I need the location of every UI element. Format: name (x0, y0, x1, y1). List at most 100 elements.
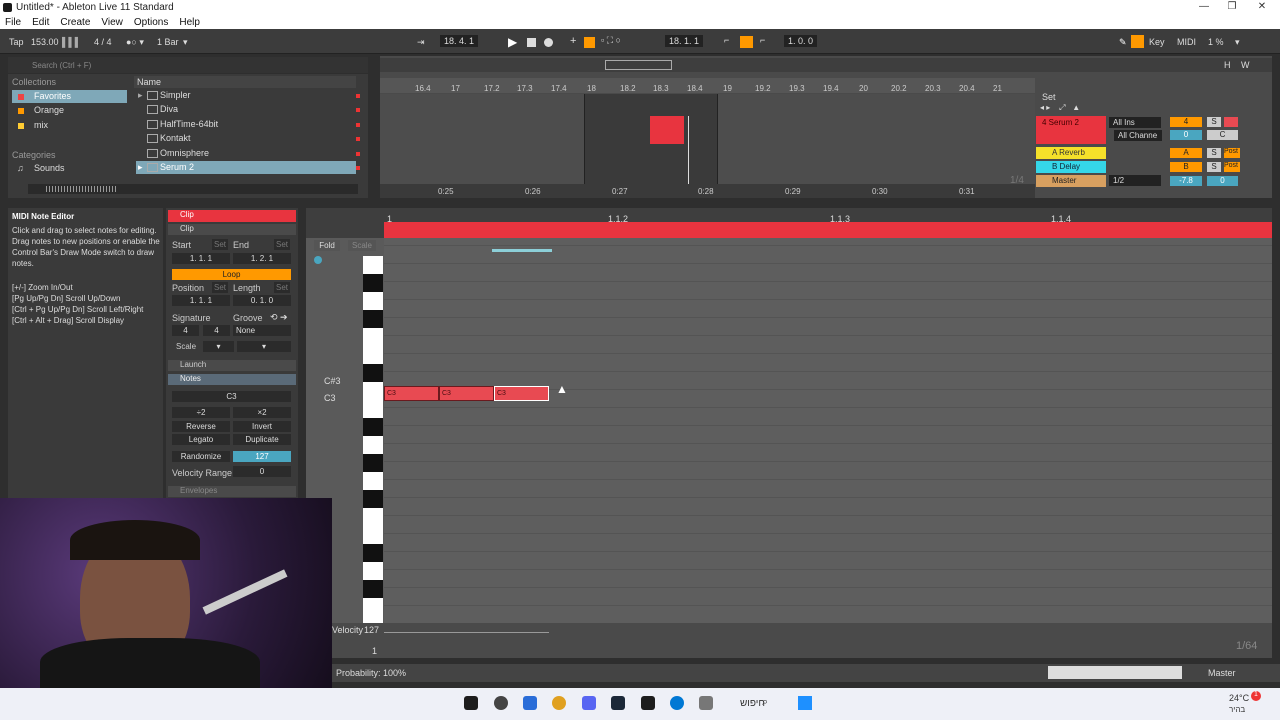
notes-section[interactable]: Notes (168, 374, 296, 385)
note-grid[interactable] (384, 238, 1272, 623)
reverse-button[interactable]: Reverse (172, 421, 230, 432)
master-volume[interactable]: -7.8 (1170, 176, 1202, 186)
length-field[interactable]: 0. 1. 0 (233, 295, 291, 306)
envelopes-section[interactable]: Envelopes (168, 486, 296, 497)
track-number[interactable]: B (1170, 162, 1202, 172)
tap-button[interactable]: Tap (9, 37, 24, 47)
file-halftime[interactable]: HalfTime-64bit (136, 118, 360, 131)
solo-button[interactable]: S (1207, 162, 1221, 172)
position-field[interactable]: 1. 1. 1 (172, 295, 230, 306)
solo-button[interactable]: S (1207, 117, 1221, 127)
track-number[interactable]: A (1170, 148, 1202, 158)
overview-h-button[interactable]: H (1224, 60, 1231, 70)
ableton-taskbar-icon[interactable] (464, 696, 478, 710)
midi-clip[interactable] (650, 116, 684, 144)
menu-help[interactable]: Help (179, 17, 200, 28)
follow-icon[interactable]: ●○ ▾ (126, 37, 144, 48)
overview-viewport[interactable] (605, 60, 672, 70)
maximize-button[interactable]: ❐ (1222, 1, 1242, 12)
arrangement-position-field[interactable]: 18. 4. 1 (440, 35, 479, 47)
start-set-button[interactable]: Set (212, 239, 228, 250)
randomize-button[interactable]: Randomize (172, 451, 230, 462)
draw-mode-icon[interactable]: ✎ (1119, 37, 1127, 48)
input-channel-menu[interactable]: All Channe (1114, 130, 1162, 141)
track-master[interactable]: Master 1/2 -7.8 0 (1036, 175, 1240, 188)
track-volume[interactable]: 0 (1170, 130, 1202, 140)
computer-keyboard-icon[interactable] (1131, 35, 1144, 48)
track-serum-2[interactable]: 4 Serum 2 All Ins All Channe 4 0 S C (1036, 116, 1240, 144)
scale-root-menu[interactable]: ▾ (203, 341, 234, 352)
close-button[interactable]: ✕ (1252, 1, 1272, 12)
input-type-menu[interactable]: All Ins (1109, 117, 1161, 128)
track-b-delay[interactable]: B Delay B S Post (1036, 161, 1240, 174)
nav-arrows-icon[interactable]: ◂ ▸ ⤢ ▲ (1040, 103, 1080, 113)
midi-note[interactable]: C3 (384, 386, 439, 401)
scale-name-menu[interactable]: ▾ (237, 341, 291, 352)
search-input[interactable]: Search (Ctrl + F) (32, 61, 91, 70)
overdub-icon[interactable]: + (570, 35, 576, 47)
clip-loop-bar[interactable] (384, 222, 1272, 238)
menu-create[interactable]: Create (60, 17, 90, 28)
track-selector[interactable] (1048, 666, 1182, 679)
signature-denominator[interactable]: 4 (203, 325, 230, 336)
notification-badge[interactable]: 1 (1251, 691, 1261, 701)
collection-favorites[interactable]: Favorites (12, 90, 127, 103)
master-track-button[interactable]: Master (1208, 668, 1236, 678)
loop-button[interactable]: Loop (172, 269, 291, 280)
halve-button[interactable]: ÷2 (172, 407, 230, 418)
track-name[interactable]: 4 Serum 2 (1036, 116, 1106, 144)
discord-icon[interactable] (582, 696, 596, 710)
end-set-button[interactable]: Set (274, 239, 290, 250)
time-signature-field[interactable]: 4 / 4 (94, 37, 112, 47)
clip-section[interactable]: Clip (168, 224, 296, 235)
overview-strip[interactable]: H W (380, 58, 1272, 72)
fold-button[interactable]: Fold (314, 240, 340, 251)
track-name[interactable]: A Reverb (1036, 147, 1106, 159)
menu-edit[interactable]: Edit (32, 17, 49, 28)
calculator-icon[interactable] (699, 696, 713, 710)
telegram-icon[interactable] (523, 696, 537, 710)
menu-view[interactable]: View (101, 17, 123, 28)
legato-button[interactable]: Legato (172, 434, 230, 445)
track-number[interactable]: 4 (1170, 117, 1202, 127)
velocity-range-field[interactable]: 0 (233, 466, 291, 477)
arm-button[interactable] (1224, 117, 1238, 127)
automation-arm-icon[interactable] (584, 37, 595, 48)
midi-note[interactable]: C3 (439, 386, 494, 401)
punch-in-icon[interactable]: ⌐ (724, 35, 729, 45)
midi-note-selected[interactable]: C3 (494, 386, 549, 401)
scale-button[interactable]: Scale (176, 342, 196, 351)
note-field[interactable]: C3 (172, 391, 291, 402)
obs-icon[interactable] (494, 696, 508, 710)
start-field[interactable]: 1. 1. 1 (172, 253, 230, 264)
track-name[interactable]: Master (1036, 175, 1106, 187)
app-icon[interactable] (670, 696, 684, 710)
punch-out-icon[interactable]: ⌐ (760, 35, 765, 45)
tempo-field[interactable]: 153.00 (31, 37, 59, 47)
launch-section[interactable]: Launch (168, 360, 296, 371)
menu-file[interactable]: File (5, 17, 21, 28)
file-diva[interactable]: Diva (136, 103, 360, 116)
length-set-button[interactable]: Set (274, 282, 290, 293)
clip-name[interactable]: Clip (168, 210, 296, 222)
key-map-button[interactable]: Key (1149, 37, 1165, 47)
loop-switch-icon[interactable] (740, 36, 753, 48)
duplicate-button[interactable]: Duplicate (233, 434, 291, 445)
track-pan[interactable]: C (1207, 130, 1238, 140)
piano-keyboard[interactable] (363, 256, 383, 623)
track-a-reverb[interactable]: A Reverb A S Post (1036, 147, 1240, 160)
position-set-button[interactable]: Set (212, 282, 228, 293)
minimize-button[interactable]: — (1194, 1, 1214, 12)
stop-button[interactable] (527, 38, 536, 47)
menu-options[interactable]: Options (134, 17, 168, 28)
send-mode[interactable]: Post (1224, 148, 1240, 158)
track-name[interactable]: B Delay (1036, 161, 1106, 173)
file-serum-2[interactable]: ▸ Serum 2 (136, 161, 360, 174)
name-column-header[interactable]: Name (134, 76, 356, 88)
session-record-icon[interactable]: ▫ ⛶ ○ (601, 35, 621, 46)
velocity-lane[interactable] (306, 623, 1272, 658)
preview-waveform[interactable] (28, 184, 358, 194)
collection-orange[interactable]: Orange (12, 104, 127, 117)
invert-button[interactable]: Invert (233, 421, 291, 432)
groove-menu[interactable]: None (233, 325, 291, 336)
